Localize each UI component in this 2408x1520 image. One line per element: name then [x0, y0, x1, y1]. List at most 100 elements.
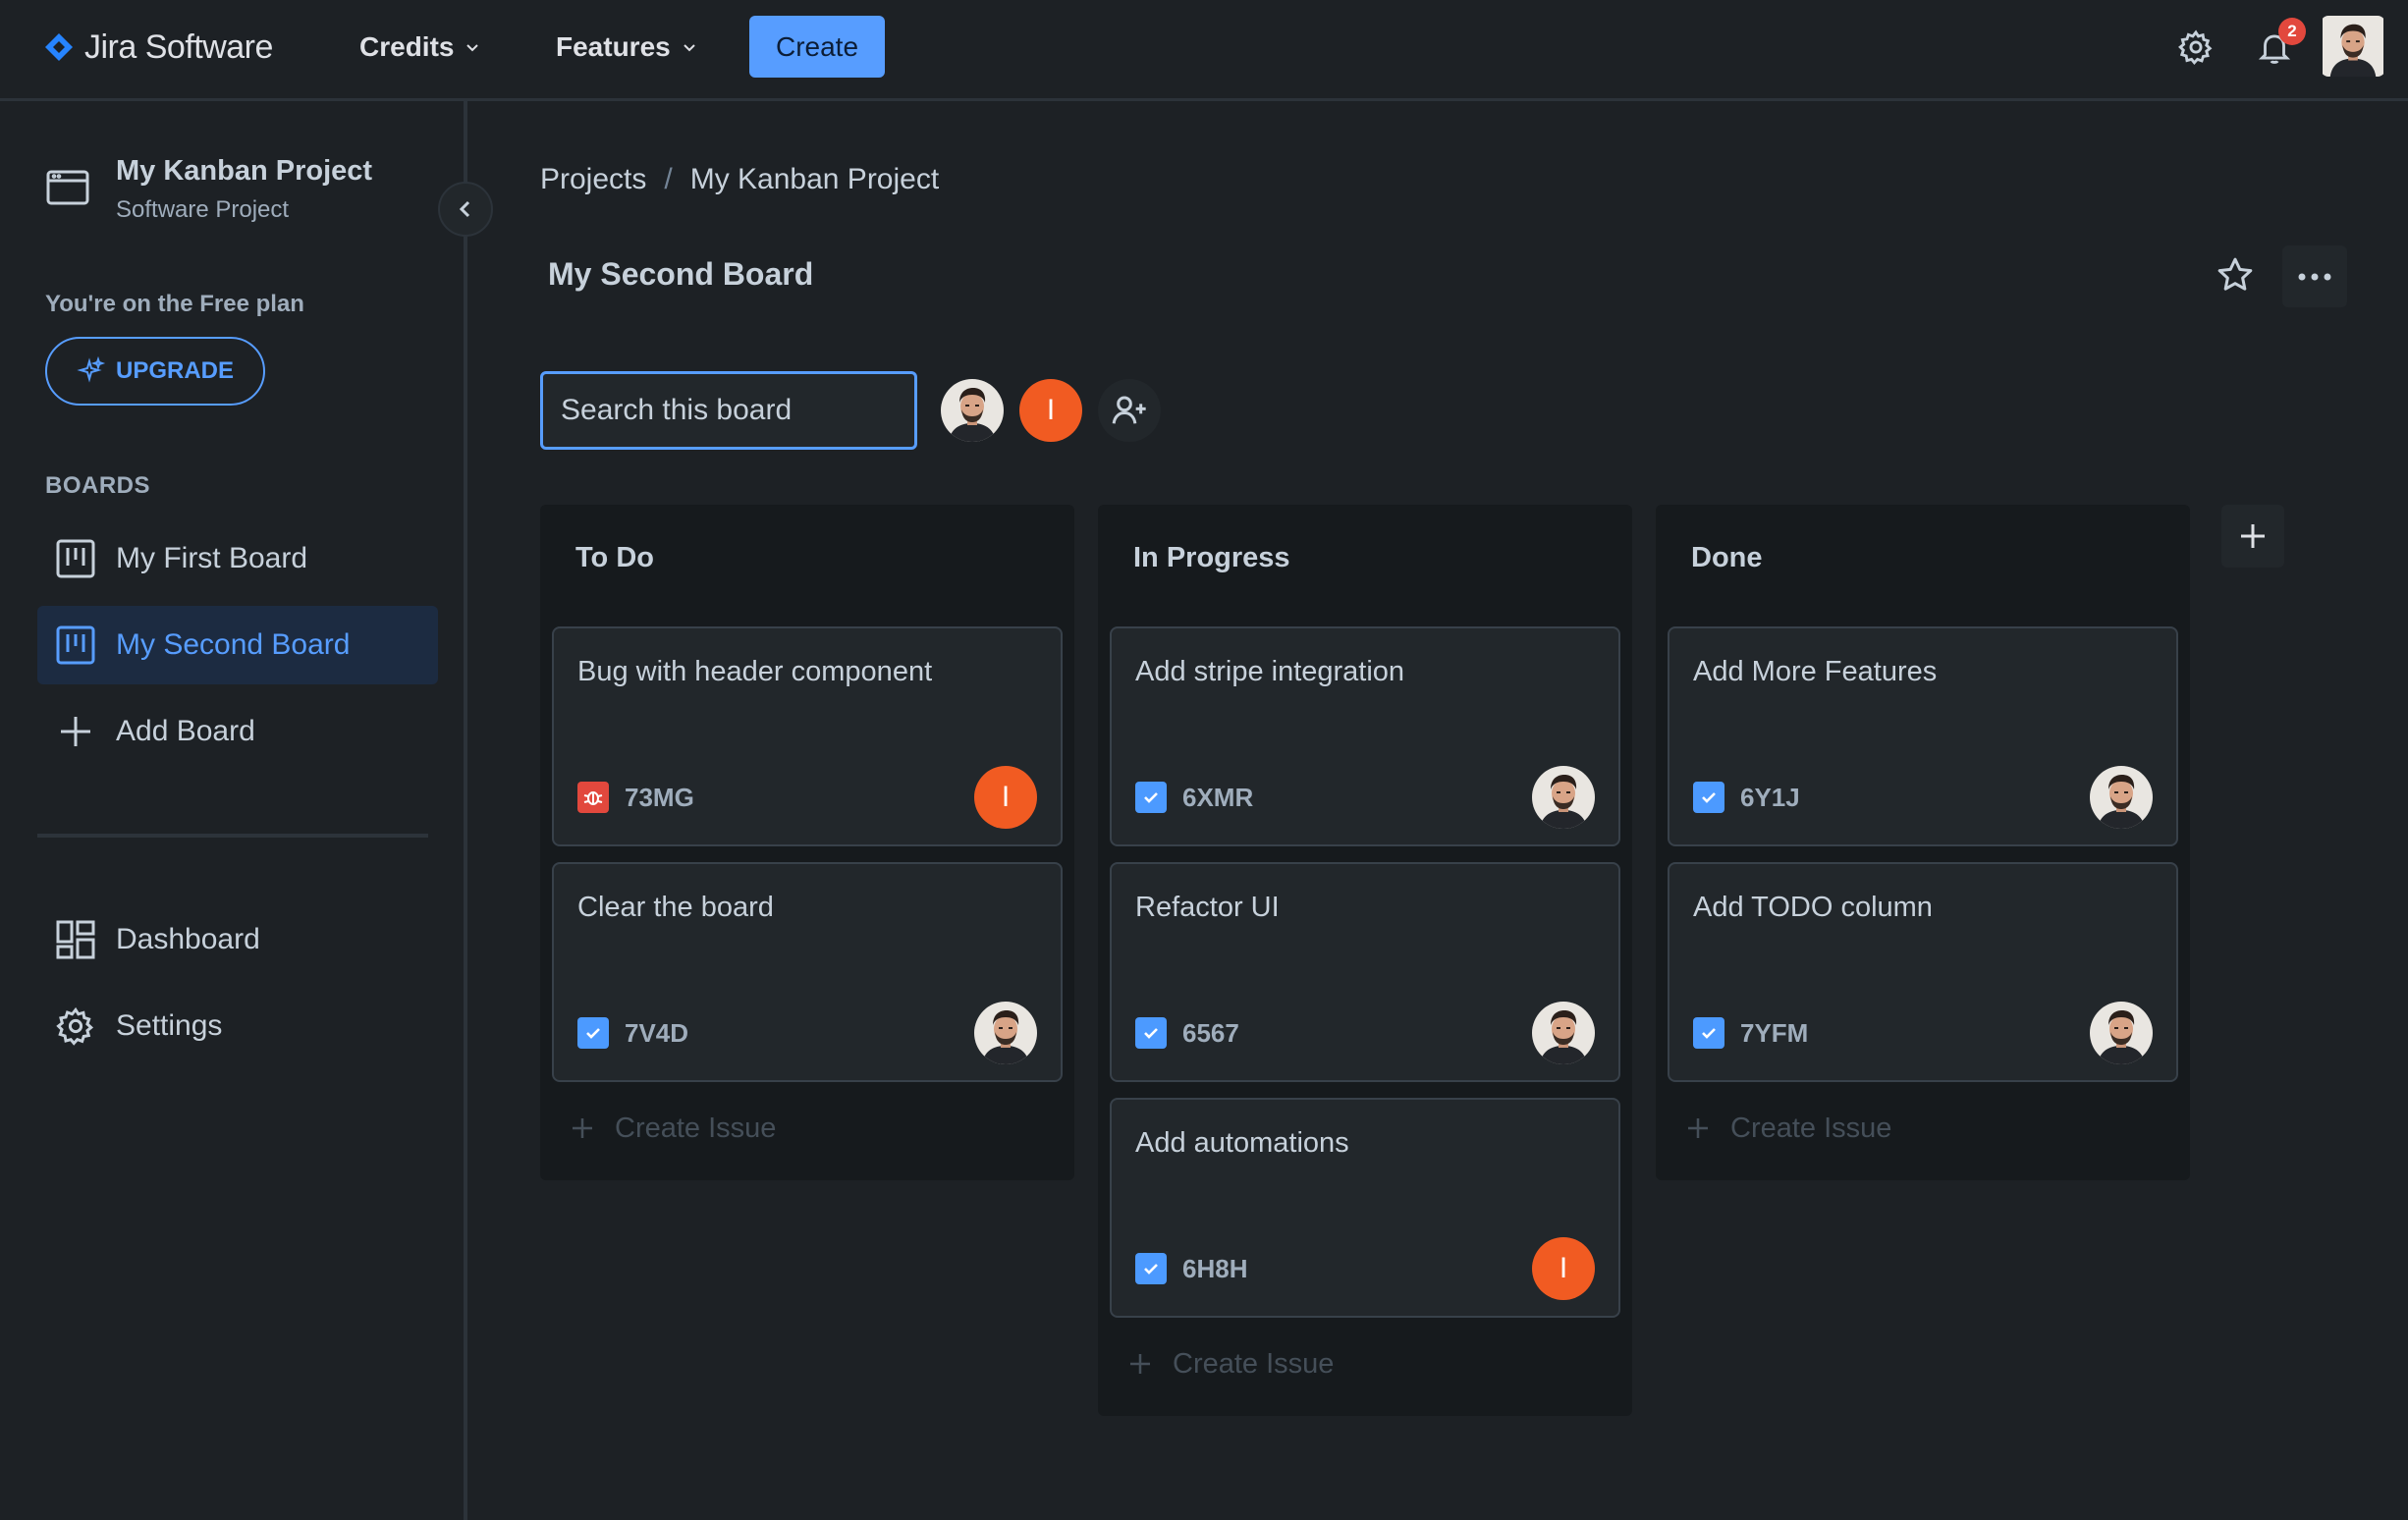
add-board-label: Add Board: [116, 715, 255, 747]
task-type-icon: [1135, 782, 1167, 813]
credits-menu[interactable]: Credits: [359, 27, 481, 67]
column-title: To Do: [575, 542, 654, 573]
assignee-photo: [974, 1002, 1037, 1064]
chevron-down-icon: [684, 44, 695, 52]
breadcrumb: Projects / My Kanban Project: [540, 163, 939, 196]
task-type-icon: [577, 1017, 609, 1049]
project-type: Software Project: [116, 196, 290, 223]
sidebar-item-my-first-board[interactable]: My First Board: [37, 519, 438, 598]
assignee-avatar[interactable]: I: [1532, 1237, 1595, 1300]
column-done: Done Add More Features 6Y1J Add TODO col…: [1656, 505, 2190, 1180]
user-avatar[interactable]: [2321, 16, 2385, 77]
issue-key: 6H8H: [1182, 1254, 1248, 1283]
plan-text: You're on the Free plan: [45, 291, 304, 317]
settings-button[interactable]: [2174, 26, 2217, 69]
star-button[interactable]: [2214, 253, 2257, 297]
plus-icon: [573, 1118, 592, 1138]
add-person-icon: [1112, 396, 1146, 424]
sidebar-item-label: Settings: [116, 1009, 223, 1042]
chevron-left-icon: [459, 200, 470, 218]
issue-card[interactable]: Add automations 6H8H I: [1110, 1098, 1620, 1318]
sidebar-item-label: Dashboard: [116, 923, 260, 955]
checkbox-icon: [1144, 1264, 1158, 1275]
issue-title: Bug with header component: [577, 656, 933, 687]
issue-key: 73MG: [625, 783, 694, 812]
more-options-button[interactable]: [2282, 245, 2347, 307]
sidebar-item-settings[interactable]: Settings: [37, 987, 438, 1065]
board-icon: [56, 539, 95, 578]
features-menu-label: Features: [556, 31, 671, 62]
upgrade-button[interactable]: UPGRADE: [45, 337, 265, 406]
sidebar-item-my-second-board[interactable]: My Second Board: [37, 606, 438, 684]
member-avatar-initial[interactable]: I: [1019, 379, 1082, 442]
plus-icon: [1130, 1354, 1150, 1374]
issue-card[interactable]: Add TODO column 7YFM: [1668, 862, 2178, 1082]
issue-card[interactable]: Add stripe integration 6XMR: [1110, 626, 1620, 846]
assignee-avatar[interactable]: [2090, 766, 2153, 829]
project-window-icon: [46, 170, 89, 205]
search-input[interactable]: [561, 394, 940, 427]
page-title: My Second Board: [548, 256, 814, 292]
issue-key: 6XMR: [1182, 783, 1254, 812]
sidebar-item-dashboard[interactable]: Dashboard: [37, 900, 438, 979]
assignee-photo: [1532, 1002, 1595, 1064]
issue-title: Add automations: [1135, 1127, 1349, 1159]
add-board-button[interactable]: Add Board: [37, 692, 438, 771]
notification-badge: 2: [2278, 18, 2306, 45]
checkbox-icon: [1702, 792, 1716, 803]
issue-card[interactable]: Add More Features 6Y1J: [1668, 626, 2178, 846]
checkbox-icon: [1144, 792, 1158, 803]
assignee-avatar[interactable]: [974, 1002, 1037, 1064]
top-navigation: Jira Software Credits Features Create 2: [0, 0, 2408, 101]
search-board: [540, 371, 940, 450]
column-title: Done: [1691, 542, 1763, 573]
assignee-avatar[interactable]: [1532, 766, 1595, 829]
breadcrumb-separator: /: [664, 163, 673, 195]
credits-menu-label: Credits: [359, 31, 455, 62]
project-name: My Kanban Project: [116, 155, 373, 187]
issue-title: Refactor UI: [1135, 892, 1280, 923]
column-title: In Progress: [1133, 542, 1290, 573]
chevron-down-icon: [466, 44, 479, 52]
more-horizontal-icon: [2298, 273, 2331, 280]
create-issue-label: Create Issue: [1730, 1112, 1892, 1144]
task-type-icon: [1135, 1253, 1167, 1284]
assignee-avatar[interactable]: I: [974, 766, 1037, 829]
issue-card[interactable]: Bug with header component 73MG I: [552, 626, 1063, 846]
add-member-button[interactable]: [1098, 379, 1161, 442]
column-in-progress: In Progress Add stripe integration 6XMR …: [1098, 505, 1632, 1416]
notifications-button[interactable]: 2: [2253, 18, 2306, 69]
issue-card[interactable]: Clear the board 7V4D: [552, 862, 1063, 1082]
breadcrumb-projects[interactable]: Projects: [540, 163, 646, 196]
assignee-avatar[interactable]: [1532, 1002, 1595, 1064]
assignee-photo: [1532, 766, 1595, 829]
create-issue-label: Create Issue: [615, 1112, 777, 1144]
create-issue-label: Create Issue: [1173, 1347, 1335, 1380]
issue-card[interactable]: Refactor UI 6567: [1110, 862, 1620, 1082]
breadcrumb-project[interactable]: My Kanban Project: [690, 163, 939, 196]
issue-title: Add stripe integration: [1135, 656, 1405, 687]
add-column-button[interactable]: [2221, 505, 2284, 568]
collapse-sidebar-button[interactable]: [438, 182, 493, 237]
create-button[interactable]: Create: [749, 16, 885, 78]
assignee-avatar[interactable]: [2090, 1002, 2153, 1064]
jira-logo[interactable]: Jira Software: [43, 27, 273, 67]
issue-title: Add More Features: [1693, 656, 1938, 687]
issue-title: Add TODO column: [1693, 892, 1933, 923]
plus-icon: [2241, 524, 2265, 548]
plus-icon: [1688, 1118, 1708, 1138]
create-issue-button[interactable]: Create Issue: [570, 1109, 776, 1148]
features-menu[interactable]: Features: [556, 27, 698, 67]
checkbox-icon: [1702, 1028, 1716, 1039]
issue-key: 6567: [1182, 1018, 1239, 1048]
gear-icon: [2178, 29, 2213, 66]
sidebar-item-label: My Second Board: [116, 628, 351, 661]
create-issue-button[interactable]: Create Issue: [1127, 1344, 1334, 1384]
assignee-photo: [2090, 766, 2153, 829]
issue-title: Clear the board: [577, 892, 774, 923]
member-avatar-photo[interactable]: [941, 379, 1004, 442]
create-issue-button[interactable]: Create Issue: [1685, 1109, 1891, 1148]
gear-icon: [56, 1006, 94, 1046]
sidebar-item-label: My First Board: [116, 542, 308, 574]
dashboard-icon: [56, 920, 95, 959]
